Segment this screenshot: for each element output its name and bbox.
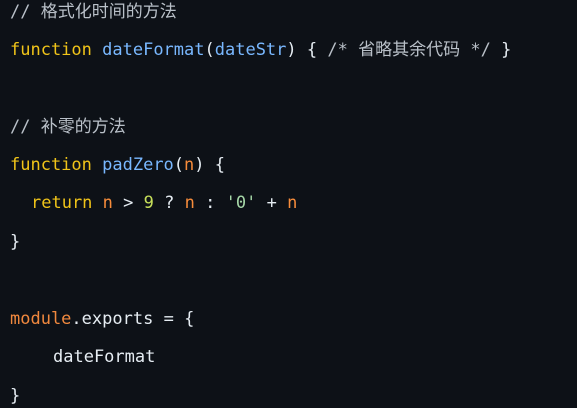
code-line-1: // 格式化时间的方法 xyxy=(10,0,177,24)
close-paren: ) xyxy=(194,155,205,175)
identifier: n xyxy=(102,193,113,213)
operator: : xyxy=(205,193,216,213)
object-name: module xyxy=(10,309,72,329)
brace-close: } xyxy=(501,40,512,60)
identifier: n xyxy=(287,193,298,213)
comment-text: // 补零的方法 xyxy=(10,117,126,137)
operator: = xyxy=(163,309,174,329)
identifier: n xyxy=(184,193,195,213)
code-line-9: } xyxy=(10,384,20,408)
code-line-2: function dateFormat(dateStr) { /* 省略其余代码… xyxy=(10,38,511,62)
inline-comment: /* 省略其余代码 */ xyxy=(327,40,491,60)
function-name: dateFormat xyxy=(102,40,205,60)
operator: > xyxy=(123,193,134,213)
keyword: return xyxy=(31,193,93,213)
close-paren: ) xyxy=(286,40,297,60)
function-name: padZero xyxy=(102,155,174,175)
code-editor: // 格式化时间的方法 function dateFormat(dateStr)… xyxy=(0,0,577,408)
number-literal: 9 xyxy=(143,193,154,213)
keyword: function xyxy=(10,40,92,60)
code-line-5: return n > 9 ? n : '0' + n xyxy=(10,191,297,215)
operator: ? xyxy=(164,193,175,213)
code-line-3: // 补零的方法 xyxy=(10,115,126,139)
brace-open: { xyxy=(184,309,195,329)
code-line-4: function padZero(n) { xyxy=(10,153,225,177)
property-name: dateFormat xyxy=(53,347,156,367)
brace-open: { xyxy=(214,155,226,175)
code-line-7: module.exports = { xyxy=(10,307,194,331)
brace-close: } xyxy=(10,232,21,252)
operator: + xyxy=(266,193,277,213)
code-line-8: dateFormat xyxy=(10,345,155,369)
code-line-6: } xyxy=(10,230,20,254)
keyword: function xyxy=(10,155,92,175)
brace-close: } xyxy=(10,386,21,406)
parameter: dateStr xyxy=(214,40,287,60)
brace-open: { xyxy=(306,40,318,60)
property-name: exports xyxy=(81,309,154,329)
comment-text: // 格式化时间的方法 xyxy=(10,2,177,22)
open-paren: ( xyxy=(204,40,215,60)
open-paren: ( xyxy=(173,155,185,175)
dot: . xyxy=(71,309,82,329)
parameter: n xyxy=(184,155,195,175)
string-literal: '0' xyxy=(225,193,257,213)
